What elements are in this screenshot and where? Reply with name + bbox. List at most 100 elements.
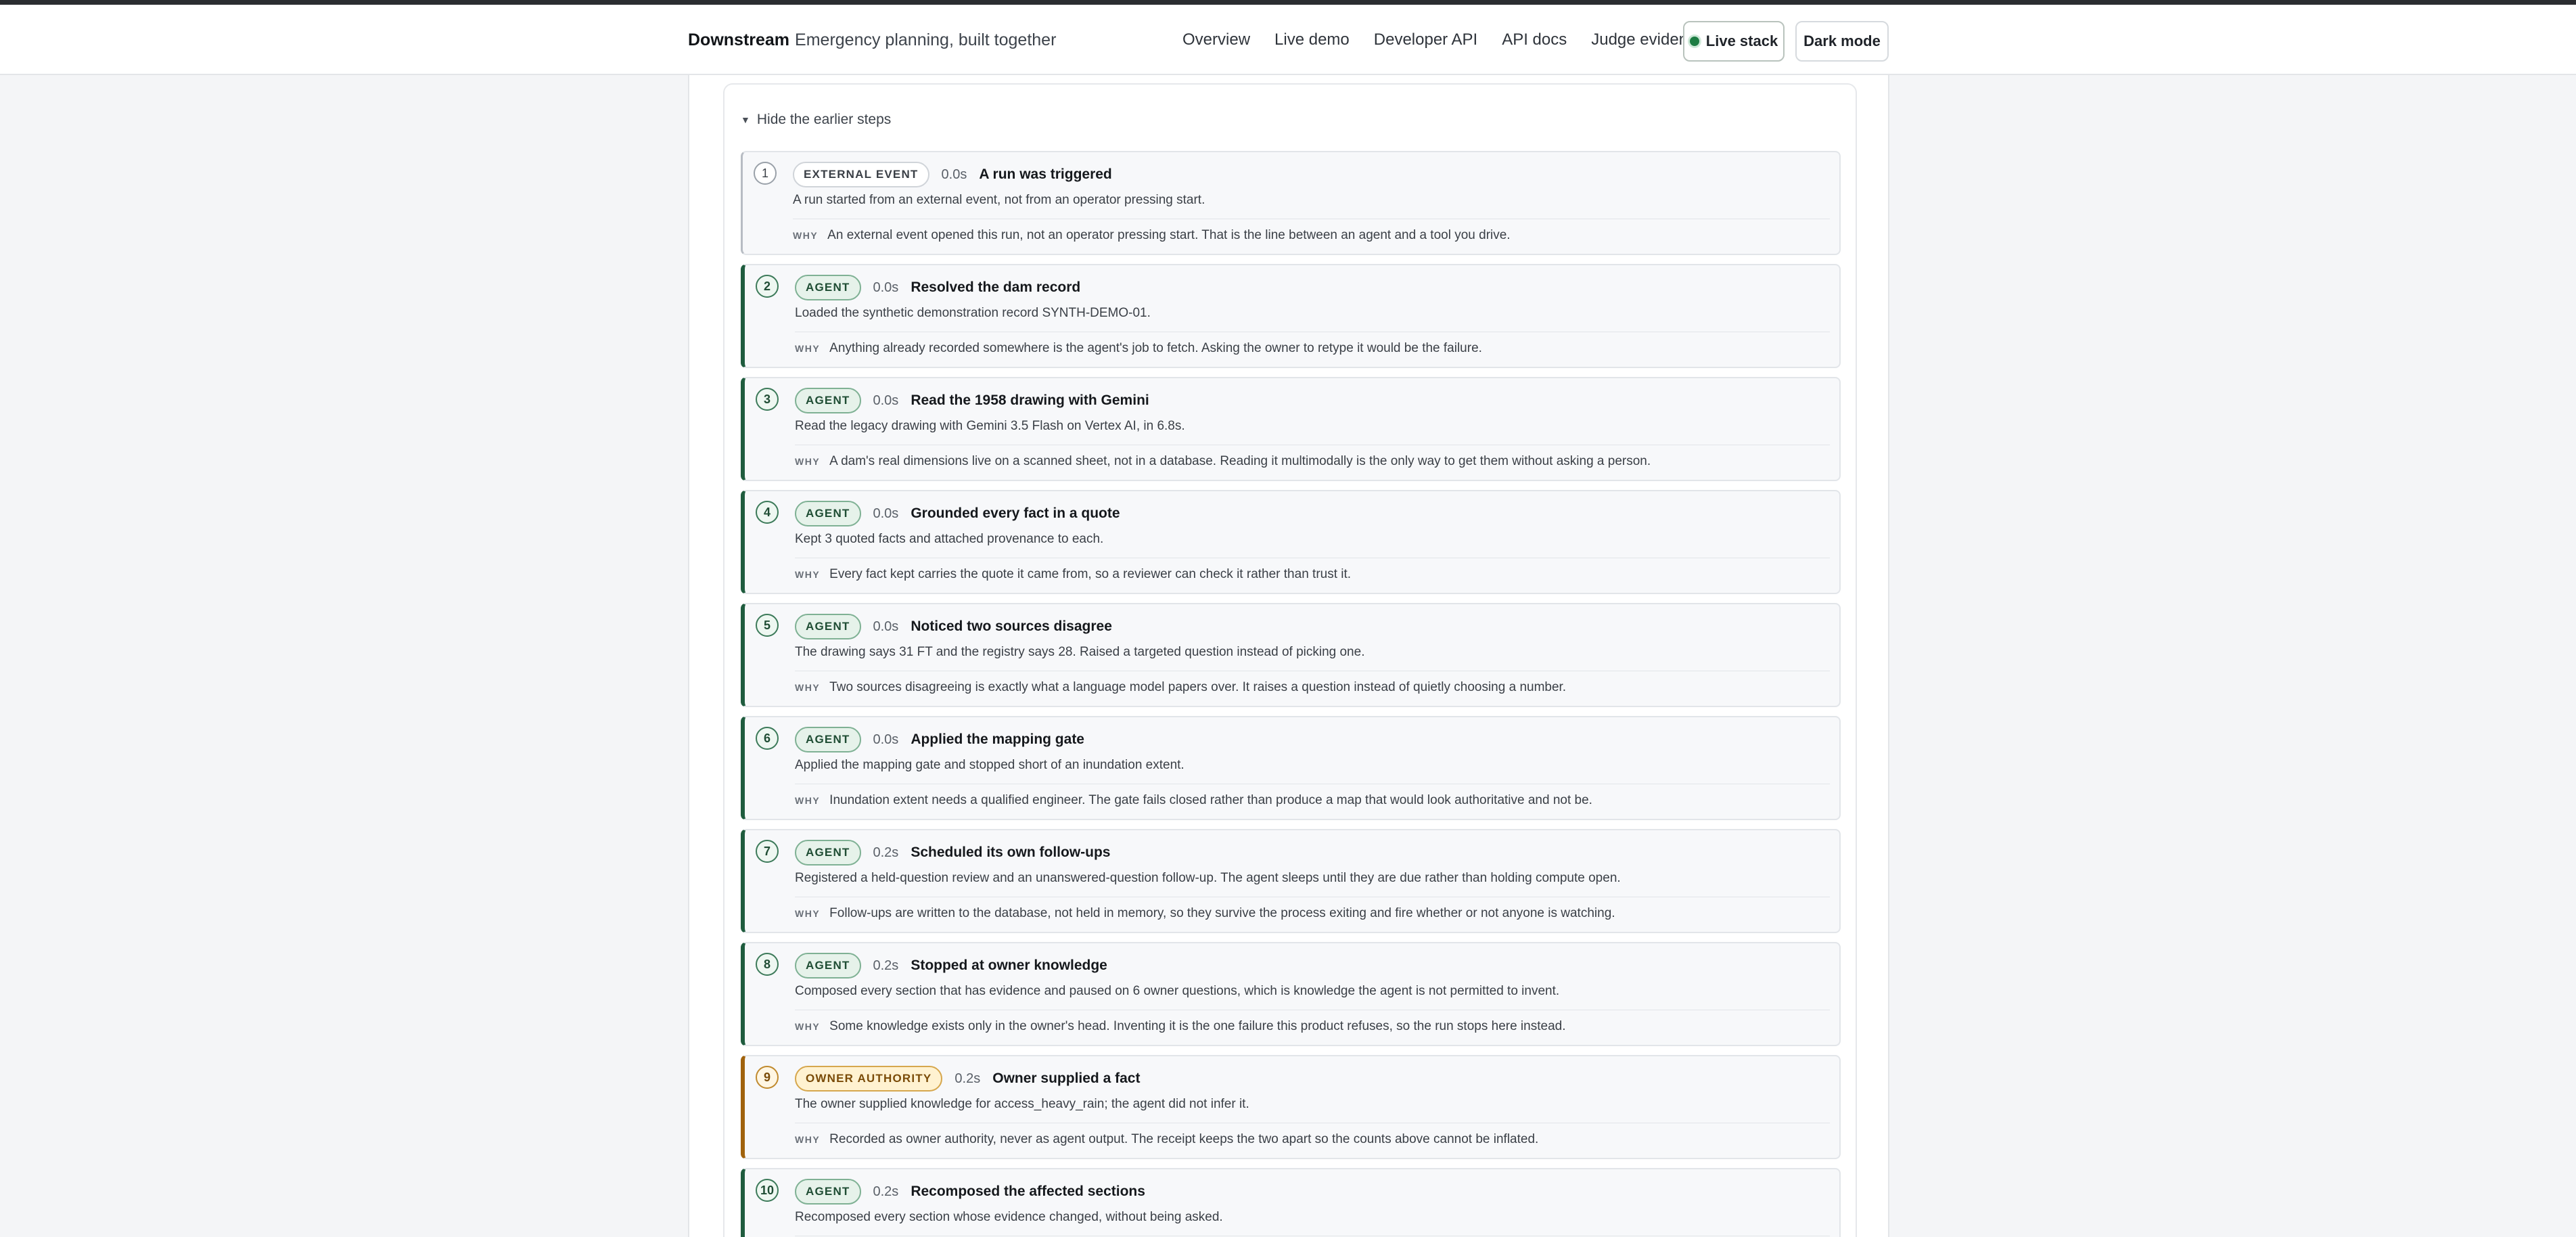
- step-number: 10: [756, 1179, 779, 1202]
- step-elapsed-time: 0.0s: [873, 505, 899, 521]
- step-summary: Kept 3 quoted facts and attached provena…: [795, 532, 1104, 546]
- step-card: 2 AGENT 0.0s Resolved the dam record Loa…: [741, 264, 1841, 368]
- nav-live-demo[interactable]: Live demo: [1274, 30, 1350, 49]
- why-label: WHY: [795, 569, 821, 580]
- why-label: WHY: [795, 908, 821, 919]
- step-number: 8: [756, 953, 779, 976]
- step-why: WHY Inundation extent needs a qualified e…: [795, 793, 1592, 808]
- why-label: WHY: [795, 795, 821, 806]
- why-label: WHY: [795, 343, 821, 354]
- step-summary: Loaded the synthetic demonstration recor…: [795, 306, 1151, 320]
- step-number: 2: [756, 275, 779, 298]
- step-card: 9 OWNER AUTHORITY 0.2s Owner supplied a …: [741, 1055, 1841, 1159]
- why-label: WHY: [795, 1134, 821, 1145]
- step-kind-badge: AGENT: [795, 388, 861, 413]
- why-label: WHY: [795, 456, 821, 467]
- step-header: AGENT 0.0s Applied the mapping gate: [795, 727, 1084, 752]
- why-label: WHY: [793, 230, 819, 241]
- step-why: WHY An external event opened this run, no…: [793, 228, 1511, 243]
- step-why: WHY A dam's real dimensions live on a sca…: [795, 454, 1651, 469]
- step-elapsed-time: 0.2s: [954, 1071, 981, 1086]
- step-card: 7 AGENT 0.2s Scheduled its own follow-up…: [741, 829, 1841, 933]
- step-card: 10 AGENT 0.2s Recomposed the affected se…: [741, 1168, 1841, 1237]
- step-title: Scheduled its own follow-ups: [911, 845, 1111, 860]
- step-title: Stopped at owner knowledge: [911, 958, 1107, 973]
- step-header: AGENT 0.2s Stopped at owner knowledge: [795, 953, 1107, 979]
- step-kind-badge: AGENT: [795, 727, 861, 752]
- step-elapsed-time: 0.0s: [873, 392, 899, 408]
- step-title: Noticed two sources disagree: [911, 618, 1112, 634]
- step-kind-badge: AGENT: [795, 1179, 861, 1205]
- step-header: AGENT 0.0s Read the 1958 drawing with Ge…: [795, 388, 1149, 413]
- top-accent-bar: [0, 0, 2576, 5]
- step-header: OWNER AUTHORITY 0.2s Owner supplied a fa…: [795, 1066, 1140, 1092]
- why-text: Follow-ups are written to the database, …: [829, 906, 1615, 920]
- why-text: Recorded as owner authority, never as ag…: [829, 1132, 1539, 1146]
- step-elapsed-time: 0.2s: [873, 845, 899, 860]
- dark-mode-label: Dark mode: [1803, 32, 1881, 49]
- why-text: Anything already recorded somewhere is t…: [829, 341, 1482, 355]
- step-elapsed-time: 0.2s: [873, 1184, 899, 1199]
- brand[interactable]: Downstream Emergency planning, built toge…: [688, 30, 1056, 50]
- live-stack-button[interactable]: Live stack: [1683, 21, 1785, 62]
- step-title: A run was triggered: [979, 166, 1112, 182]
- step-summary: Recomposed every section whose evidence …: [795, 1210, 1223, 1224]
- step-why: WHY Recorded as owner authority, never as…: [795, 1132, 1538, 1147]
- nav-overview[interactable]: Overview: [1182, 30, 1250, 49]
- brand-name: Downstream: [688, 30, 790, 49]
- step-why: WHY Anything already recorded somewhere i…: [795, 341, 1482, 356]
- step-summary: Read the legacy drawing with Gemini 3.5 …: [795, 419, 1185, 433]
- step-summary: Applied the mapping gate and stopped sho…: [795, 758, 1184, 772]
- run-steps-panel: ▼ Hide the earlier steps 1 EXTERNAL EVEN…: [723, 83, 1857, 1237]
- step-header: AGENT 0.0s Resolved the dam record: [795, 275, 1080, 300]
- step-title: Read the 1958 drawing with Gemini: [911, 392, 1149, 408]
- why-label: WHY: [795, 682, 821, 693]
- main-column: ▼ Hide the earlier steps 1 EXTERNAL EVEN…: [688, 75, 1889, 1237]
- step-summary: Composed every section that has evidence…: [795, 984, 1560, 998]
- step-number: 7: [756, 840, 779, 863]
- live-stack-label: Live stack: [1705, 32, 1778, 49]
- why-text: Every fact kept carries the quote it cam…: [829, 567, 1352, 581]
- step-title: Recomposed the affected sections: [911, 1184, 1145, 1199]
- step-summary: A run started from an external event, no…: [793, 193, 1205, 207]
- step-kind-badge: OWNER AUTHORITY: [795, 1066, 943, 1092]
- nav-developer-api[interactable]: Developer API: [1374, 30, 1477, 49]
- why-text: Two sources disagreeing is exactly what …: [829, 680, 1567, 694]
- step-card: 8 AGENT 0.2s Stopped at owner knowledge …: [741, 942, 1841, 1046]
- step-header: AGENT 0.0s Noticed two sources disagree: [795, 614, 1112, 639]
- step-number: 3: [756, 388, 779, 411]
- hide-earlier-steps-toggle[interactable]: ▼ Hide the earlier steps: [741, 112, 891, 128]
- why-text: A dam's real dimensions live on a scanne…: [829, 454, 1651, 468]
- step-why: WHY Follow-ups are written to the databas…: [795, 906, 1615, 921]
- step-summary: Registered a held-question review and an…: [795, 871, 1621, 885]
- step-why: WHY Some knowledge exists only in the own…: [795, 1019, 1565, 1034]
- step-elapsed-time: 0.2s: [873, 958, 899, 973]
- why-text: Inundation extent needs a qualified engi…: [829, 793, 1592, 807]
- step-title: Grounded every fact in a quote: [911, 505, 1120, 521]
- step-number: 6: [756, 727, 779, 750]
- live-status-dot-icon: [1689, 37, 1699, 46]
- step-elapsed-time: 0.0s: [873, 732, 899, 747]
- step-kind-badge: EXTERNAL EVENT: [793, 162, 929, 187]
- step-card: 4 AGENT 0.0s Grounded every fact in a qu…: [741, 490, 1841, 594]
- step-list: 1 EXTERNAL EVENT 0.0s A run was triggere…: [741, 151, 1841, 1237]
- step-kind-badge: AGENT: [795, 614, 861, 639]
- step-elapsed-time: 0.0s: [873, 279, 899, 295]
- app-header: Downstream Emergency planning, built toge…: [0, 5, 2576, 75]
- step-card: 1 EXTERNAL EVENT 0.0s A run was triggere…: [741, 151, 1841, 255]
- dark-mode-button[interactable]: Dark mode: [1795, 21, 1889, 62]
- step-summary: The drawing says 31 FT and the registry …: [795, 645, 1365, 659]
- step-card: 5 AGENT 0.0s Noticed two sources disagre…: [741, 603, 1841, 707]
- step-header: EXTERNAL EVENT 0.0s A run was triggered: [793, 162, 1112, 187]
- step-summary: The owner supplied knowledge for access_…: [795, 1097, 1249, 1111]
- step-title: Resolved the dam record: [911, 279, 1081, 295]
- step-kind-badge: AGENT: [795, 840, 861, 865]
- step-header: AGENT 0.2s Recomposed the affected secti…: [795, 1179, 1145, 1205]
- step-why: WHY Two sources disagreeing is exactly wh…: [795, 680, 1566, 695]
- step-elapsed-time: 0.0s: [941, 166, 967, 182]
- step-title: Owner supplied a fact: [992, 1071, 1141, 1086]
- step-header: AGENT 0.2s Scheduled its own follow-ups: [795, 840, 1110, 865]
- nav-api-docs[interactable]: API docs: [1502, 30, 1567, 49]
- step-card: 3 AGENT 0.0s Read the 1958 drawing with …: [741, 377, 1841, 481]
- step-number: 4: [756, 501, 779, 524]
